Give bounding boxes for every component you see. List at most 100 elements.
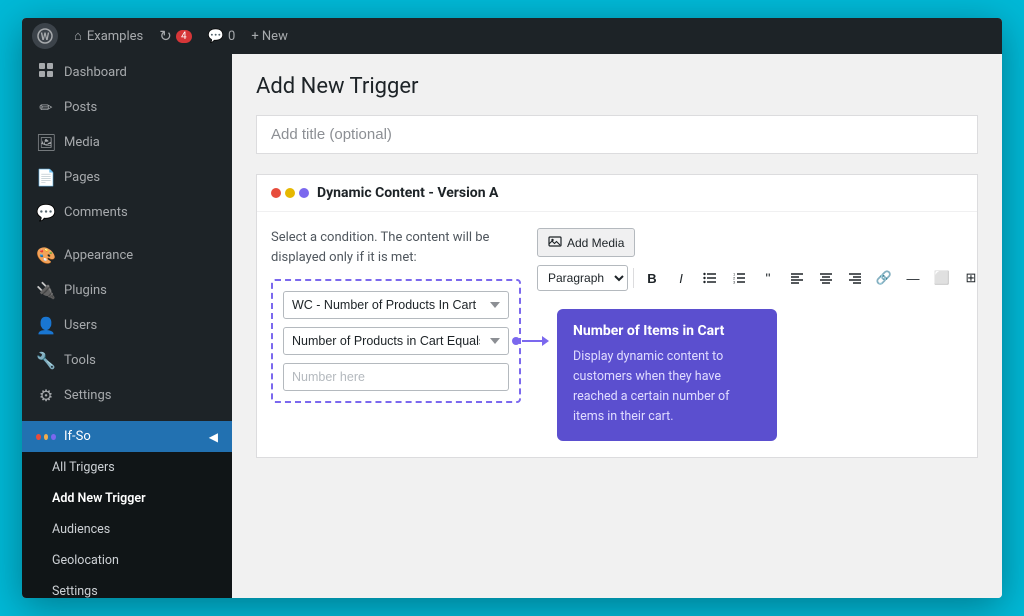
dot-3 — [299, 188, 309, 198]
sidebar-item-posts[interactable]: ✏ Posts — [22, 90, 232, 125]
sidebar-item-appearance[interactable]: 🎨 Appearance — [22, 238, 232, 273]
updates-count: 4 — [176, 30, 192, 43]
hr-button[interactable]: — — [900, 265, 926, 291]
tooltip-title: Number of Items in Cart — [573, 323, 761, 339]
sidebar-item-tools[interactable]: 🔧 Tools — [22, 343, 232, 378]
ifso-arrow: ◀ — [209, 430, 218, 444]
media-icon: 🖼 — [36, 133, 56, 152]
sidebar-item-dashboard[interactable]: Dashboard — [22, 54, 232, 90]
condition-dropdown-1[interactable]: WC - Number of Products In Cart — [283, 291, 509, 319]
tools-icon: 🔧 — [36, 351, 56, 370]
tooltip-description: Display dynamic content to customers whe… — [573, 347, 761, 427]
topbar-new[interactable]: + New — [251, 29, 288, 44]
svg-text:W: W — [41, 32, 50, 43]
dashboard-icon — [36, 62, 56, 82]
condition-description: Select a condition. The content will be … — [271, 228, 521, 267]
settings-sub-label: Settings — [52, 584, 98, 598]
ol-button[interactable]: 123 — [726, 265, 752, 291]
block-body: Select a condition. The content will be … — [257, 212, 977, 457]
posts-icon: ✏ — [36, 98, 56, 117]
blockquote-button[interactable]: " — [755, 265, 781, 291]
submenu-all-triggers[interactable]: All Triggers — [22, 452, 232, 483]
app-window: W ⌂ Examples ↻ 4 💬 0 + New — [22, 18, 1002, 598]
sidebar: Dashboard ✏ Posts 🖼 Media 📄 Pages 💬 Comm… — [22, 54, 232, 598]
dot-1 — [271, 188, 281, 198]
media-label: Media — [64, 135, 100, 150]
pages-label: Pages — [64, 170, 100, 185]
submenu-audiences[interactable]: Audiences — [22, 514, 232, 545]
link-button[interactable]: 🔗 — [871, 265, 897, 291]
comments-label: Comments — [64, 205, 128, 220]
site-name: Examples — [87, 29, 143, 44]
sidebar-item-settings[interactable]: ⚙ Settings — [22, 378, 232, 413]
dot-2 — [285, 188, 295, 198]
tooltip-popup: Number of Items in Cart Display dynamic … — [557, 309, 777, 441]
format-select[interactable]: Paragraph — [537, 265, 628, 291]
plugins-icon: 🔌 — [36, 281, 56, 300]
block-left: Select a condition. The content will be … — [271, 228, 521, 441]
sidebar-item-users[interactable]: 👤 Users — [22, 308, 232, 343]
page-title: Add New Trigger — [256, 74, 978, 99]
posts-label: Posts — [64, 100, 97, 115]
italic-button[interactable]: I — [668, 265, 694, 291]
content-area: Add New Trigger Dynamic Content - Versio… — [232, 54, 1002, 598]
sidebar-item-media[interactable]: 🖼 Media — [22, 125, 232, 160]
sidebar-item-plugins[interactable]: 🔌 Plugins — [22, 273, 232, 308]
table-button[interactable]: ⊞ — [958, 265, 984, 291]
topbar-site[interactable]: ⌂ Examples — [74, 28, 143, 44]
audiences-label: Audiences — [52, 522, 110, 537]
wp-logo[interactable]: W — [32, 23, 58, 49]
comments-count: 0 — [228, 29, 235, 44]
topbar-comments[interactable]: 💬 0 — [208, 29, 236, 44]
topbar-updates[interactable]: ↻ 4 — [159, 27, 192, 45]
arrow-line — [522, 340, 542, 342]
add-new-trigger-label: Add New Trigger — [52, 491, 146, 506]
align-right-button[interactable] — [842, 265, 868, 291]
title-input[interactable] — [257, 116, 977, 153]
settings-icon: ⚙ — [36, 386, 56, 405]
block-right: Add Media Paragraph B I — [537, 228, 984, 441]
add-media-label: Add Media — [567, 236, 624, 250]
number-input[interactable] — [283, 363, 509, 391]
sidebar-item-pages[interactable]: 📄 Pages — [22, 160, 232, 195]
appearance-label: Appearance — [64, 248, 133, 263]
media-icon-small — [548, 234, 562, 251]
format-toolbar: Paragraph B I 123 " — [537, 265, 984, 291]
arrow-dot — [512, 337, 520, 345]
sidebar-item-ifso[interactable]: If-So ◀ — [22, 421, 232, 452]
bold-button[interactable]: B — [639, 265, 665, 291]
geolocation-label: Geolocation — [52, 553, 119, 568]
align-left-button[interactable] — [784, 265, 810, 291]
submenu-geolocation[interactable]: Geolocation — [22, 545, 232, 576]
condition-dropdown-2[interactable]: Number of Products in Cart Equals to — [283, 327, 509, 355]
settings-label: Settings — [64, 388, 111, 403]
pages-icon: 📄 — [36, 168, 56, 187]
submenu-settings[interactable]: Settings — [22, 576, 232, 598]
block-header: Dynamic Content - Version A — [257, 175, 977, 212]
toolbar-divider-1 — [633, 268, 634, 288]
svg-text:3: 3 — [733, 280, 736, 285]
comments-icon: 💬 — [36, 203, 56, 222]
ifso-icon — [36, 434, 56, 440]
condition-box: WC - Number of Products In Cart Number o… — [271, 279, 521, 403]
comments-icon: 💬 — [208, 29, 224, 44]
appearance-icon: 🎨 — [36, 246, 56, 265]
ul-button[interactable] — [697, 265, 723, 291]
block-dots — [271, 188, 309, 198]
new-label: + New — [251, 29, 288, 44]
users-icon: 👤 — [36, 316, 56, 335]
add-media-button[interactable]: Add Media — [537, 228, 635, 257]
users-label: Users — [64, 318, 97, 333]
submenu-add-new-trigger[interactable]: Add New Trigger — [22, 483, 232, 514]
updates-icon: ↻ — [159, 27, 172, 45]
dashboard-label: Dashboard — [64, 65, 127, 80]
fullscreen-button[interactable]: ⬜ — [929, 265, 955, 291]
block-title: Dynamic Content - Version A — [317, 185, 498, 201]
all-triggers-label: All Triggers — [52, 460, 115, 475]
sidebar-item-comments[interactable]: 💬 Comments — [22, 195, 232, 230]
align-center-button[interactable] — [813, 265, 839, 291]
title-input-wrapper — [256, 115, 978, 154]
main-layout: Dashboard ✏ Posts 🖼 Media 📄 Pages 💬 Comm… — [22, 54, 1002, 598]
topbar: W ⌂ Examples ↻ 4 💬 0 + New — [22, 18, 1002, 54]
ifso-submenu: All Triggers Add New Trigger Audiences G… — [22, 452, 232, 598]
